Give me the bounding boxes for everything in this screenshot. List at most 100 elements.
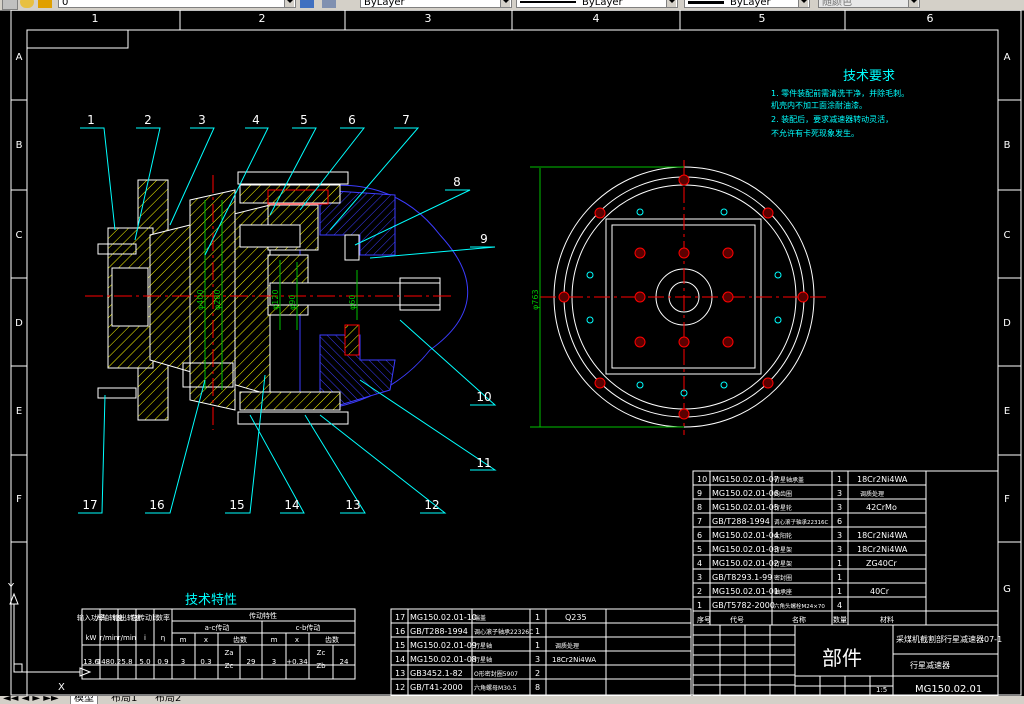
tech-requirement-line: 机壳内不加工面涂耐油漆。 [771,100,867,110]
bom-cell: GB/T41-2000 [410,683,463,692]
planet-pin [239,224,301,248]
zone-row-label: F [16,494,22,505]
bom-cell: 40Cr [870,587,890,596]
bom-cell: 行星轴 [474,642,492,650]
bom-cell: 18Cr2Ni4WA [552,656,596,664]
spec-header: Zc [317,649,326,657]
title-subtitle: 行星减速器 [910,660,950,670]
bom-cell: MG150.02.01-04 [712,531,779,540]
zone-col-label: 2 [259,12,266,25]
spec-value: 1480.2 [97,658,122,666]
bom-cell: 行星架 [774,546,792,554]
spec-header: 总传动比 [131,613,159,622]
lineweight-dropdown[interactable]: ByLayer [684,0,810,8]
spec-unit: r/min [118,634,136,642]
bolt-top [237,171,349,185]
ring-gear-lower [239,391,341,411]
bom-cell: 3 [837,545,842,554]
bom-cell: 密封圈 [774,574,792,582]
dimension-label: φ280 [213,289,222,310]
bom-cell: 5 [697,545,702,554]
bom-header-cell: 数量 [833,615,847,624]
tech-requirement-line: 2. 装配后，要求减速器转动灵活， [771,114,893,124]
bearing-right-upper [344,234,360,261]
tab-layout2[interactable]: 布局2 [152,696,184,704]
bolt-left-bottom [97,387,137,399]
zone-row-label: F [1004,494,1010,505]
bom-upper-rows: 10 MG150.02.01-07 行星轴承盖 1 18Cr2Ni4WA 9 M… [697,475,908,610]
sun-icon[interactable] [20,0,34,8]
bom-cell: 7 [697,517,702,526]
layer-dropdown[interactable]: 0 [58,0,296,8]
bom-cell: 8 [697,503,702,512]
zone-col-label: 4 [593,12,600,25]
layer-previous-icon[interactable] [322,0,336,8]
drawing-canvas[interactable]: 1 2 3 4 5 6 A B C D E F A B C D E F G φ4… [0,10,1024,704]
spec-header: a-c传动 [205,623,230,632]
bom-cell: 18Cr2Ni4WA [857,531,908,540]
spec-header: 效率 [156,613,170,622]
balloon-label: 1 [87,113,95,127]
balloon-label: 3 [198,113,206,127]
tab-model[interactable]: 模型 [70,696,98,704]
zone-col-label: 6 [927,12,934,25]
spec-unit: η [161,634,165,642]
spec-header: x [295,636,299,644]
bom-cell: 六角头螺栓M24×70 [774,602,825,610]
balloon-label: 2 [144,113,152,127]
bom-cell: 12 [395,683,405,692]
balloon-label: 15 [229,498,244,512]
plotstyle-dropdown[interactable]: 随颜色 [818,0,920,8]
bom-cell: MG150.02.01-10 [410,613,477,622]
bom-cell: 9 [697,489,702,498]
zone-col-label: 5 [759,12,766,25]
dimension-label: φ120 [271,289,280,310]
linetype-dropdown[interactable]: ByLayer [516,0,678,8]
bom-cell: 行星轮 [774,504,792,512]
balloon-label: 6 [348,113,356,127]
tech-specs-title: 技术特性 [185,593,237,608]
bom-lower-rows: 17 MG150.02.01-10 端盖 1 Q235 16 GB/T288-1… [395,613,596,692]
layer-manager-icon[interactable] [300,0,314,8]
spec-header: m [271,636,278,644]
bom-header-cell: 材料 [880,615,894,624]
tab-layout1[interactable]: 布局1 [108,696,140,704]
spec-unit: r/min [100,634,118,642]
bom-cell: 1 [697,601,702,610]
color-dropdown[interactable]: ByLayer [360,0,512,8]
layout-tabbar: ◄◄ ◄ ► ►► 模型 布局1 布局2 [0,696,1024,704]
layer-state-icon[interactable] [2,0,18,10]
zone-row-label: A [1004,52,1011,63]
plotstyle-value: 随颜色 [822,0,852,8]
title-part-word: 部件 [822,646,862,670]
bom-cell: 13 [395,669,405,678]
title-block: 部件 采煤机截割部行星减速器07-1 行星减速器 MG150.02.01 1:5 [692,624,1002,697]
linetype-value: ByLayer [582,0,623,8]
bom-cell: MG150.02.01-05 [712,503,779,512]
ucs-x-label: X [58,682,65,693]
bom-cell: GB/T5782-2000 [712,601,775,610]
tab-nav-arrows[interactable]: ◄◄ ◄ ► ►► [0,696,62,704]
spec-header: c-b传动 [296,623,321,632]
zone-row-label: B [16,140,23,151]
scale-label: 1:5 [876,686,887,694]
bom-cell: MG150.02.01-01 [712,587,779,596]
lock-icon[interactable] [38,0,52,8]
bom-cell: MG150.02.01-09 [410,641,477,650]
bom-cell: 调质处理 [860,490,884,498]
bom-cell: 3 [697,573,702,582]
section-view: φ400 φ280 φ120 φ90 φ60 [85,171,469,430]
spec-value: 5.8 [121,658,132,666]
zone-row-label: D [1003,318,1011,329]
spec-header: 齿数 [325,635,339,644]
balloon-label: 14 [284,498,299,512]
spec-value: +0.34 [286,658,308,666]
bom-cell: 6 [837,517,842,526]
bom-cell: 3 [535,655,540,664]
chevron-down-icon [798,0,808,7]
bom-cell: 端盖 [474,614,486,622]
bom-cell: 3 [837,489,842,498]
bom-cell: 行星架 [774,560,792,568]
bom-cell: GB3452.1-82 [410,669,463,678]
chevron-down-icon [908,0,918,7]
